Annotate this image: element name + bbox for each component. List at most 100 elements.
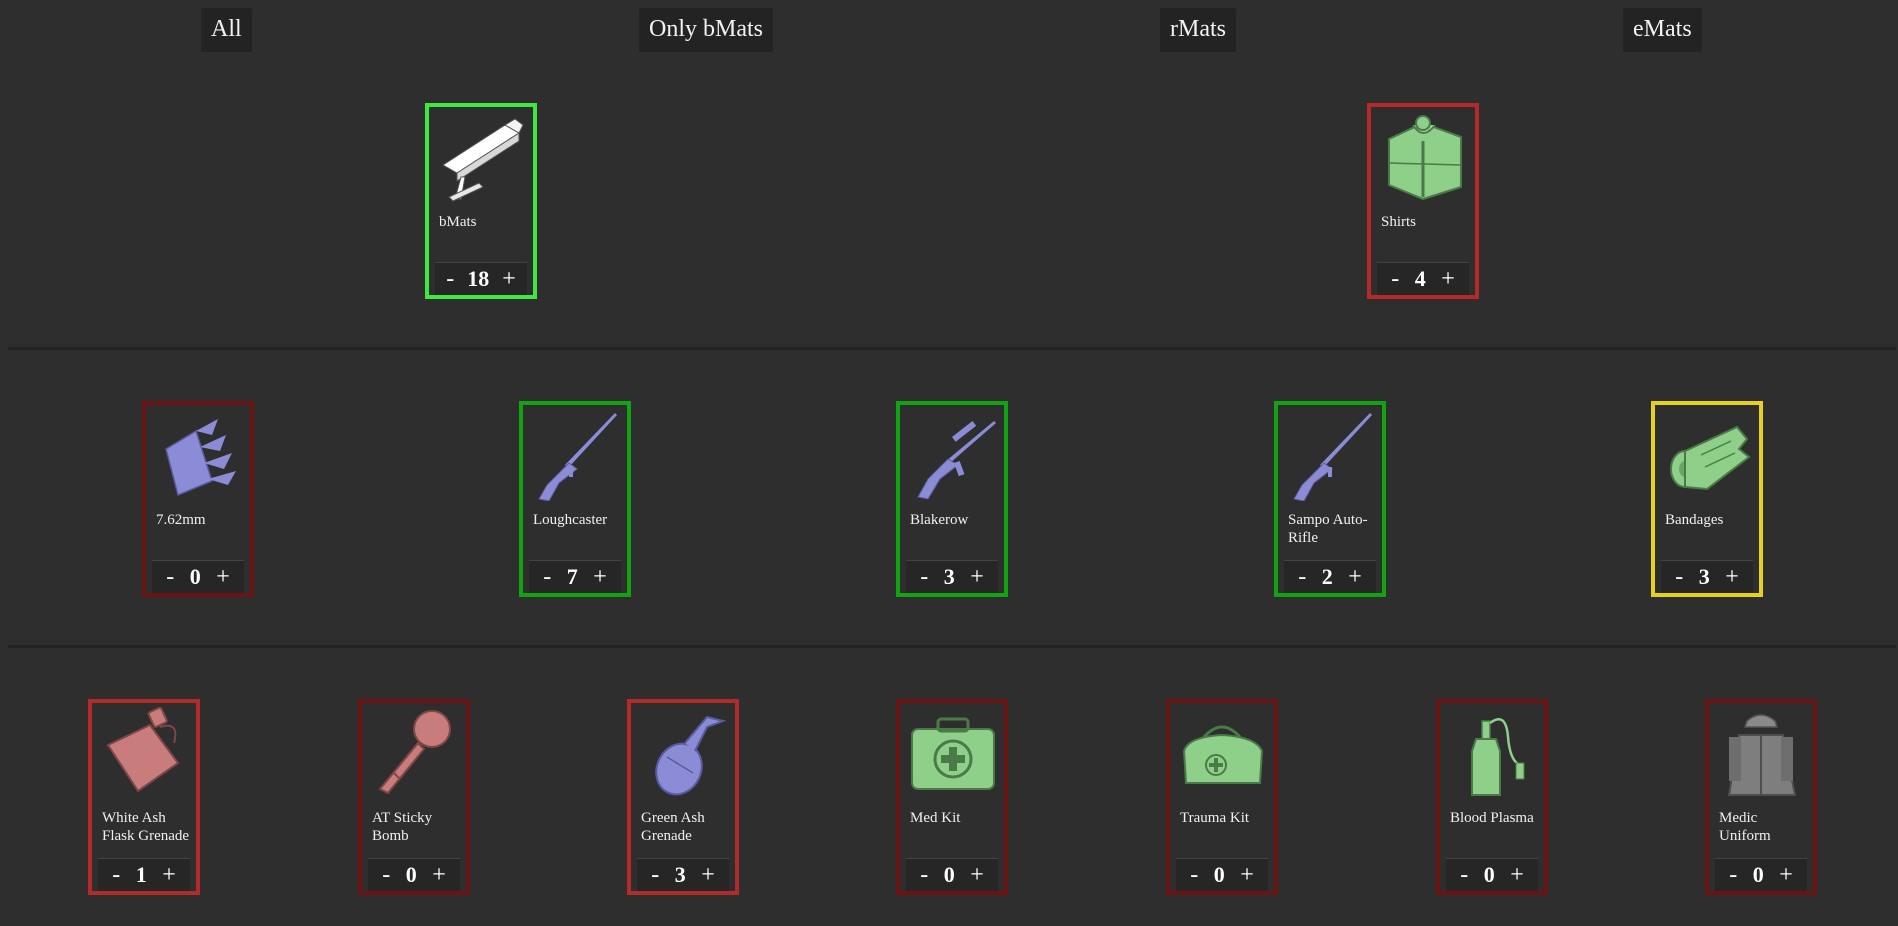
- increment-button[interactable]: +: [493, 266, 525, 293]
- item-card-med-kit: Med Kit - 0 +: [896, 699, 1008, 895]
- section-divider: [8, 347, 1896, 350]
- item-name: Green Ash Grenade: [641, 810, 705, 844]
- item-card-white-ash-flask-grenade: White Ash Flask Grenade - 1 +: [88, 699, 200, 895]
- increment-button[interactable]: +: [1231, 862, 1263, 889]
- ammo-clip-icon: [152, 409, 244, 501]
- shirts-icon: [1377, 111, 1469, 203]
- item-card-green-ash-grenade: Green Ash Grenade - 3 +: [627, 699, 739, 895]
- rifle-icon: [1284, 409, 1376, 501]
- decrement-button[interactable]: -: [534, 564, 560, 591]
- item-name: Medic Uniform: [1719, 810, 1771, 844]
- steel-beam-icon: [435, 111, 527, 203]
- decrement-button[interactable]: -: [103, 862, 129, 889]
- blood-plasma-icon: [1446, 707, 1538, 799]
- quantity-value: 0: [1752, 862, 1764, 887]
- increment-button[interactable]: +: [692, 862, 724, 889]
- decrement-button[interactable]: -: [1451, 862, 1477, 889]
- decrement-button[interactable]: -: [1382, 266, 1408, 293]
- filter-bmats-button[interactable]: Only bMats: [639, 8, 773, 52]
- quantity-value: 3: [674, 862, 686, 887]
- bandages-icon: [1661, 409, 1753, 501]
- item-card-medic-uniform: Medic Uniform - 0 +: [1705, 699, 1817, 895]
- uniform-icon: [1715, 707, 1807, 799]
- quantity-value: 0: [1213, 862, 1225, 887]
- increment-button[interactable]: +: [207, 564, 239, 591]
- quantity-stepper: - 0 +: [1715, 858, 1807, 891]
- assault-rifle-icon: [906, 409, 998, 501]
- item-card-blood-plasma: Blood Plasma - 0 +: [1436, 699, 1548, 895]
- item-name: Bandages: [1665, 512, 1724, 528]
- decrement-button[interactable]: -: [1666, 564, 1692, 591]
- filter-all-button[interactable]: All: [201, 8, 252, 52]
- item-card-bmats: bMats - 18 +: [425, 103, 537, 299]
- item-name: Loughcaster: [533, 512, 608, 528]
- item-name: Med Kit: [910, 810, 961, 826]
- increment-button[interactable]: +: [961, 862, 993, 889]
- quantity-stepper: - 3 +: [906, 560, 998, 593]
- decrement-button[interactable]: -: [1720, 862, 1746, 889]
- trauma-kit-icon: [1176, 707, 1268, 799]
- increment-button[interactable]: +: [1770, 862, 1802, 889]
- quantity-value: 0: [189, 564, 201, 589]
- section-divider: [8, 645, 1896, 648]
- item-name: White Ash Flask Grenade: [102, 810, 190, 844]
- item-name: Blood Plasma: [1450, 810, 1534, 826]
- quantity-value: 1: [135, 862, 147, 887]
- item-card-loughcaster: Loughcaster - 7 +: [519, 401, 631, 597]
- increment-button[interactable]: +: [153, 862, 185, 889]
- item-name: Blakerow: [910, 512, 969, 528]
- item-name: Trauma Kit: [1180, 810, 1250, 826]
- quantity-value: 18: [467, 266, 490, 291]
- quantity-stepper: - 0 +: [368, 858, 460, 891]
- flask-icon: [98, 707, 190, 799]
- increment-button[interactable]: +: [961, 564, 993, 591]
- page: All Only bMats rMats eMats bMats - 18 +: [0, 0, 1898, 926]
- decrement-button[interactable]: -: [1181, 862, 1207, 889]
- decrement-button[interactable]: -: [1289, 564, 1315, 591]
- quantity-stepper: - 0 +: [906, 858, 998, 891]
- quantity-stepper: - 0 +: [1446, 858, 1538, 891]
- decrement-button[interactable]: -: [911, 862, 937, 889]
- item-card-sampo-auto-rifle: Sampo Auto-Rifle - 2 +: [1274, 401, 1386, 597]
- gas-grenade-icon: [637, 707, 729, 799]
- decrement-button[interactable]: -: [157, 564, 183, 591]
- increment-button[interactable]: +: [584, 564, 616, 591]
- quantity-stepper: - 18 +: [435, 262, 527, 295]
- quantity-value: 0: [943, 862, 955, 887]
- quantity-stepper: - 4 +: [1377, 262, 1469, 295]
- decrement-button[interactable]: -: [642, 862, 668, 889]
- item-name: 7.62mm: [156, 512, 206, 528]
- item-card-trauma-kit: Trauma Kit - 0 +: [1166, 699, 1278, 895]
- quantity-value: 3: [1698, 564, 1710, 589]
- quantity-stepper: - 0 +: [152, 560, 244, 593]
- increment-button[interactable]: +: [1501, 862, 1533, 889]
- quantity-stepper: - 3 +: [637, 858, 729, 891]
- decrement-button[interactable]: -: [373, 862, 399, 889]
- increment-button[interactable]: +: [1339, 564, 1371, 591]
- item-card-at-sticky-bomb: AT Sticky Bomb - 0 +: [358, 699, 470, 895]
- quantity-stepper: - 7 +: [529, 560, 621, 593]
- rifle-icon: [529, 409, 621, 501]
- quantity-stepper: - 0 +: [1176, 858, 1268, 891]
- sticky-bomb-icon: [368, 707, 460, 799]
- quantity-value: 7: [566, 564, 578, 589]
- decrement-button[interactable]: -: [437, 266, 463, 293]
- increment-button[interactable]: +: [423, 862, 455, 889]
- quantity-value: 0: [1483, 862, 1495, 887]
- filter-emats-button[interactable]: eMats: [1623, 8, 1702, 52]
- item-card-shirts: Shirts - 4 +: [1367, 103, 1479, 299]
- item-card-762mm: 7.62mm - 0 +: [142, 401, 254, 597]
- increment-button[interactable]: +: [1432, 266, 1464, 293]
- quantity-value: 4: [1414, 266, 1426, 291]
- quantity-value: 0: [405, 862, 417, 887]
- quantity-value: 2: [1321, 564, 1333, 589]
- item-card-bandages: Bandages - 3 +: [1651, 401, 1763, 597]
- quantity-stepper: - 1 +: [98, 858, 190, 891]
- med-kit-icon: [906, 707, 998, 799]
- increment-button[interactable]: +: [1716, 564, 1748, 591]
- item-card-blakerow: Blakerow - 3 +: [896, 401, 1008, 597]
- filter-rmats-button[interactable]: rMats: [1160, 8, 1236, 52]
- item-name: Shirts: [1381, 214, 1417, 230]
- decrement-button[interactable]: -: [911, 564, 937, 591]
- quantity-stepper: - 3 +: [1661, 560, 1753, 593]
